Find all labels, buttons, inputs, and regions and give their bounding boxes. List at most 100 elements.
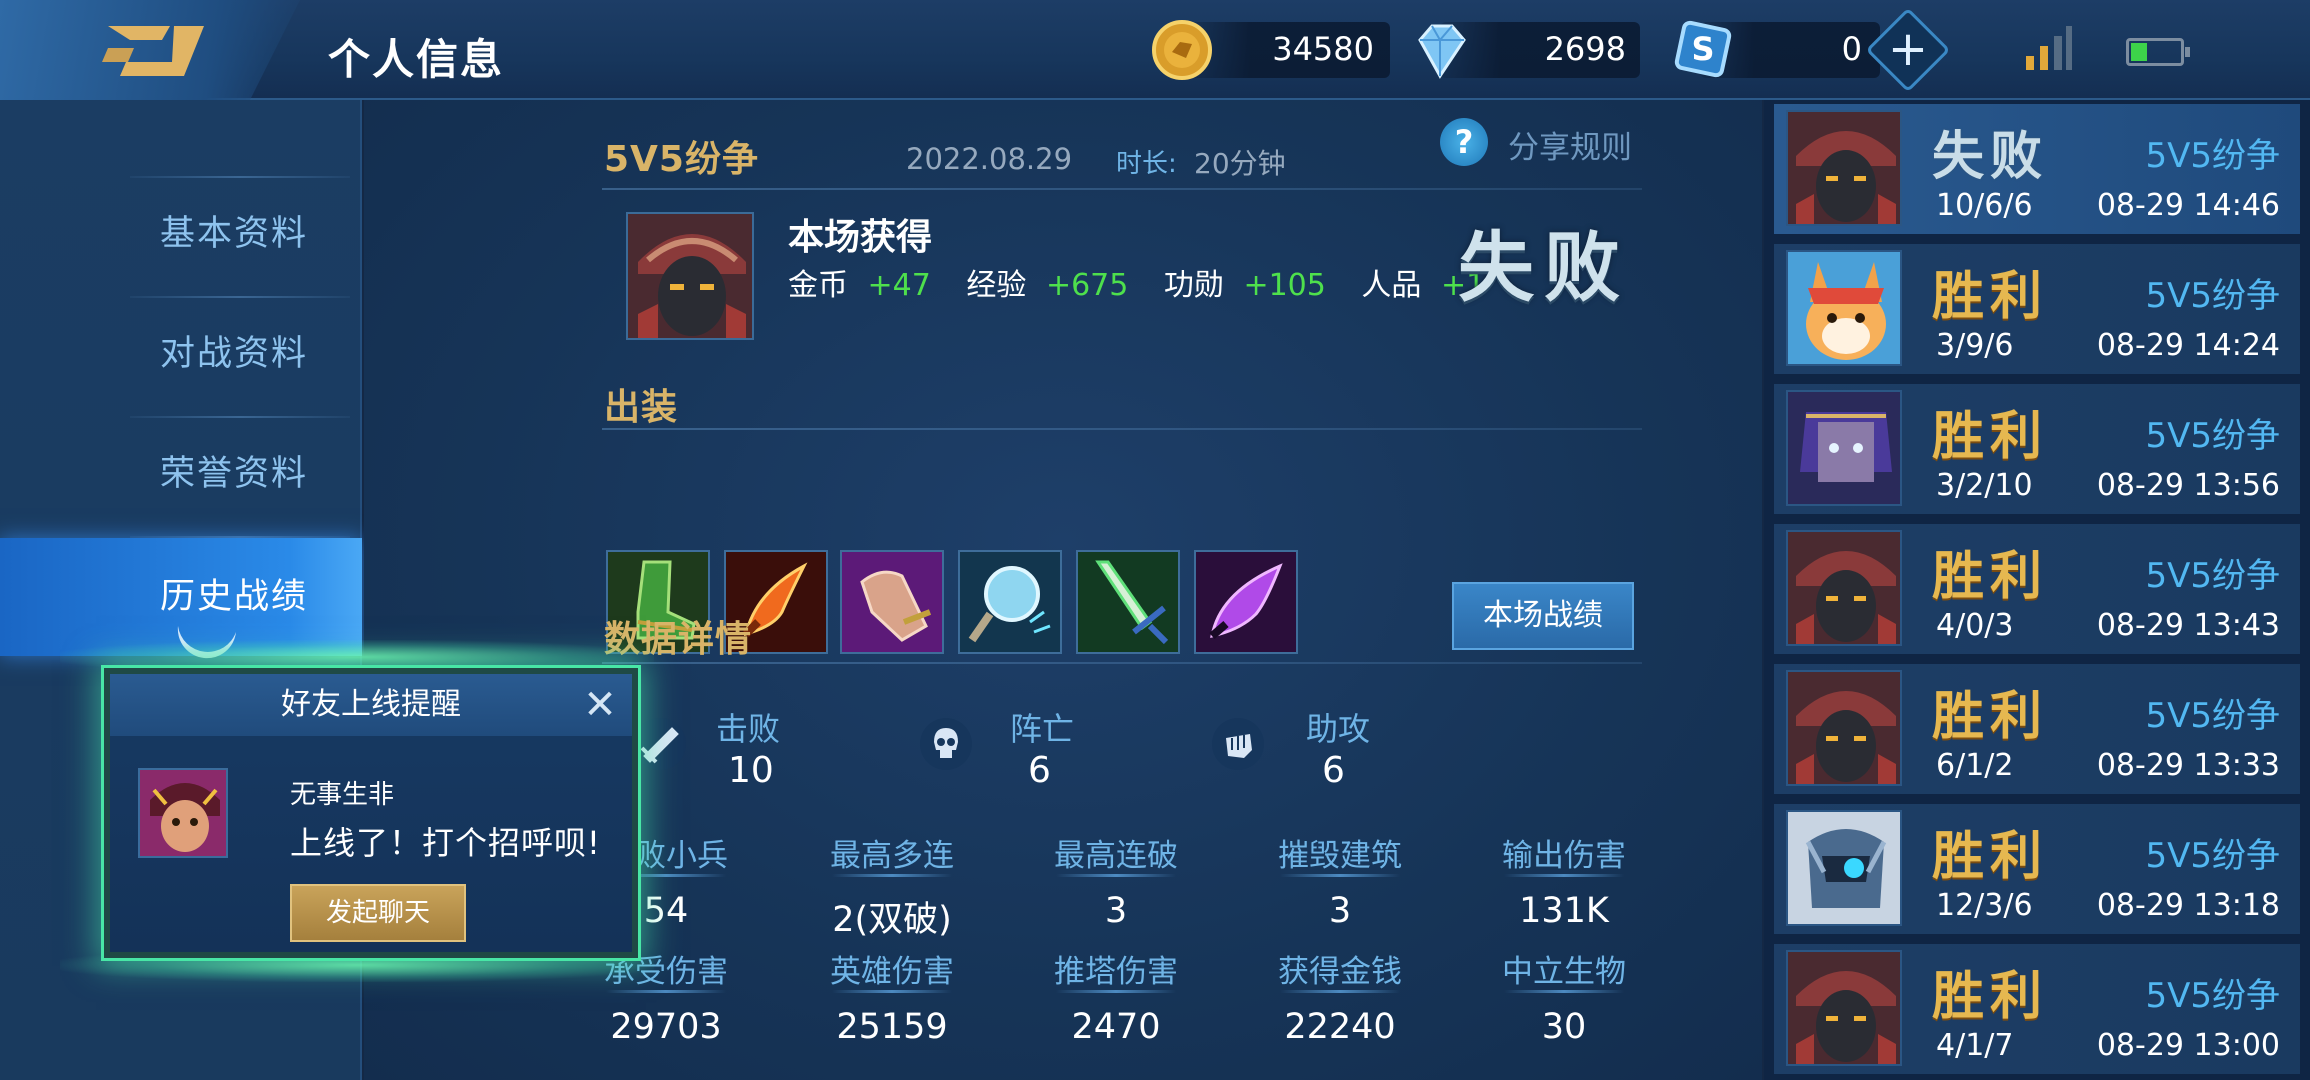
svg-text:S: S [1691, 30, 1714, 68]
coupon-icon: S [1674, 20, 1732, 78]
match-date: 2022.08.29 [906, 142, 1073, 176]
gain-gold-value: +47 [867, 268, 931, 303]
assist-label: 助攻 [1306, 710, 1371, 748]
back-button[interactable] [0, 0, 300, 100]
share-rules-label: 分享规则 [1508, 130, 1632, 166]
skull-icon [920, 718, 972, 770]
history-time: 08-29 13:56 [2096, 468, 2280, 503]
friend-name: 无事生非 [290, 780, 395, 810]
top-bar: 个人信息 34580 2698 S 0 + [0, 0, 2310, 100]
history-row[interactable]: 胜利 5V5纷争 4/0/3 08-29 13:43 [1774, 524, 2300, 654]
death-label: 阵亡 [1010, 710, 1075, 748]
hero-portrait-icon [628, 214, 752, 338]
gain-merit-label: 功勋 [1163, 268, 1224, 303]
item-slot-6[interactable] [1194, 550, 1298, 654]
history-row[interactable]: 失败 5V5纷争 10/6/6 08-29 14:46 [1774, 104, 2300, 234]
match-result: 失败 [1458, 223, 1630, 312]
green-sword-icon [1078, 552, 1178, 652]
stat-multikill: 最高多连 2(双破) [782, 830, 1002, 942]
history-time: 08-29 13:18 [2096, 888, 2280, 923]
history-row[interactable]: 胜利 5V5纷争 6/1/2 08-29 13:33 [1774, 664, 2300, 794]
gauntlet-icon [842, 552, 942, 652]
item-slot-4[interactable] [958, 550, 1062, 654]
kill-label: 击败 [716, 710, 781, 748]
stat-value: 2(双破) [832, 900, 952, 940]
gold-coin-icon [1152, 20, 1212, 80]
friend-message: 上线了！打个招呼呗! [290, 824, 601, 862]
history-kda: 3/9/6 [1936, 328, 2014, 363]
divider [602, 662, 1642, 664]
hero-warrior-icon [1788, 532, 1900, 644]
history-kda: 4/0/3 [1936, 608, 2014, 643]
purple-blade-icon [1196, 552, 1296, 652]
coupon-value: 0 [1841, 30, 1862, 68]
gain-merit-value: +105 [1243, 268, 1326, 303]
stat-hero-damage: 英雄伤害 25159 [782, 946, 1002, 1047]
sidebar-item-battle-info[interactable]: 对战资料 [0, 294, 362, 414]
history-mode: 5V5纷争 [2145, 836, 2280, 876]
item-slot-5[interactable] [1076, 550, 1180, 654]
gain-exp-label: 经验 [966, 268, 1027, 303]
stat-label: 最高连破 [1054, 838, 1178, 874]
item-slot-3[interactable] [840, 550, 944, 654]
hero-portrait [626, 212, 754, 340]
fist-icon [1212, 718, 1264, 770]
hero-mech-icon [1788, 812, 1900, 924]
gold-value: 34580 [1272, 30, 1374, 68]
kill-value: 10 [728, 750, 774, 791]
hero-pharaoh-icon [1788, 392, 1900, 504]
duration-label: 时长: [1116, 149, 1177, 179]
share-rules-button[interactable]: ? 分享规则 [1440, 118, 1660, 168]
plus-icon: + [1887, 21, 1929, 77]
gain-title: 本场获得 [788, 217, 933, 258]
stat-tower-damage: 推塔伤害 2470 [1006, 946, 1226, 1047]
history-mode: 5V5纷争 [2145, 556, 2280, 596]
hero-warrior-icon [1788, 952, 1900, 1064]
match-record-button[interactable]: 本场战绩 [1452, 582, 1634, 650]
equipment-title: 出装 [604, 387, 679, 428]
history-row[interactable]: 胜利 5V5纷争 12/3/6 08-29 13:18 [1774, 804, 2300, 934]
close-icon[interactable]: ✕ [582, 685, 618, 725]
history-mode: 5V5纷争 [2145, 136, 2280, 176]
divider [602, 428, 1642, 430]
stat-label: 获得金钱 [1278, 954, 1402, 990]
history-mode: 5V5纷争 [2145, 976, 2280, 1016]
stat-label: 最高多连 [830, 838, 954, 874]
diamond-value: 2698 [1544, 30, 1626, 68]
history-time: 08-29 13:00 [2096, 1028, 2280, 1063]
history-result: 胜利 [1932, 827, 2049, 887]
stat-value: 131K [1519, 891, 1609, 931]
history-list: 失败 5V5纷争 10/6/6 08-29 14:46 胜利 5V5纷争 3/9… [1764, 100, 2310, 1080]
popup-title: 好友上线提醒 [110, 674, 632, 736]
recharge-plus-button[interactable]: + [1865, 7, 1951, 93]
start-chat-button[interactable]: 发起聊天 [290, 884, 466, 942]
stat-value: 3 [1328, 891, 1352, 931]
friend-online-popup: 好友上线提醒 ✕ 无事生非 上线了！打个招呼呗! 发起聊天 [101, 665, 641, 961]
history-row[interactable]: 胜利 5V5纷争 4/1/7 08-29 13:00 [1774, 944, 2300, 1074]
history-result: 胜利 [1932, 547, 2049, 607]
history-mode: 5V5纷争 [2145, 696, 2280, 736]
stat-damage-dealt: 输出伤害 131K [1454, 830, 1674, 931]
sidebar-item-honor-info[interactable]: 荣誉资料 [0, 414, 362, 534]
assist-value: 6 [1322, 750, 1345, 791]
history-row[interactable]: 胜利 5V5纷争 3/2/10 08-29 13:56 [1774, 384, 2300, 514]
history-result: 胜利 [1932, 687, 2049, 747]
battery-icon [2126, 38, 2190, 66]
diamond-icon [1418, 24, 1466, 79]
history-kda: 6/1/2 [1936, 748, 2014, 783]
history-time: 08-29 14:46 [2096, 188, 2280, 223]
history-time: 08-29 13:33 [2096, 748, 2280, 783]
sidebar-item-basic-info[interactable]: 基本资料 [0, 174, 362, 294]
history-result: 失败 [1932, 127, 2049, 187]
stat-label: 输出伤害 [1502, 838, 1626, 874]
stat-gold-earned: 获得金钱 22240 [1230, 946, 1450, 1047]
hero-avatar [1786, 530, 1902, 646]
history-kda: 12/3/6 [1936, 888, 2033, 923]
stat-neutral-kills: 中立生物 30 [1454, 946, 1674, 1047]
history-result: 胜利 [1932, 407, 2049, 467]
hero-avatar [1786, 950, 1902, 1066]
history-row[interactable]: 胜利 5V5纷争 3/9/6 08-29 14:24 [1774, 244, 2300, 374]
divider [602, 188, 1642, 190]
page-title: 个人信息 [328, 35, 505, 84]
match-duration: 20分钟 [1194, 147, 1286, 180]
